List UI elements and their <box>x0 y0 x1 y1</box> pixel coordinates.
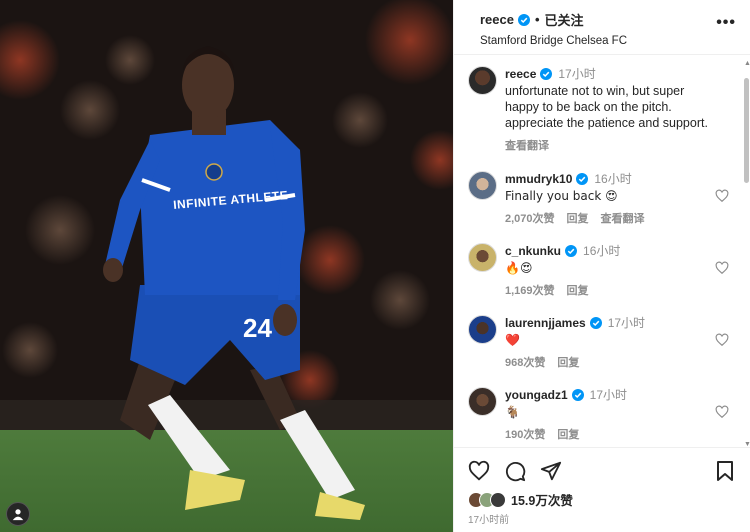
verified-icon <box>565 245 578 257</box>
post-side-panel: reece • 已关注 Stamford Bridge Chelsea FC •… <box>453 0 750 532</box>
comment-text: ❤️ <box>505 333 520 347</box>
avatar[interactable] <box>468 315 497 344</box>
comment-likes[interactable]: 2,070次赞 <box>505 210 555 226</box>
jersey-number: 24 <box>243 313 272 343</box>
heart-icon[interactable] <box>715 261 729 275</box>
comments-list: reece 17小时 unfortunate not to win, but s… <box>454 56 750 446</box>
verified-icon <box>576 173 589 185</box>
more-icon[interactable]: ••• <box>716 14 736 32</box>
tagged-user-icon[interactable] <box>6 502 30 526</box>
scroll-thumb[interactable] <box>744 78 749 183</box>
follow-status[interactable]: 已关注 <box>545 10 584 29</box>
post-actions: 15.9万次赞 17小时前 <box>454 447 750 532</box>
reply-button[interactable]: 回复 <box>557 354 579 370</box>
comment-item: c_nkunku 16小时 🔥😍 1,169次赞 回复 <box>454 243 750 298</box>
caption-time: 17小时 <box>558 67 596 81</box>
reply-button[interactable]: 回复 <box>557 426 579 442</box>
verified-icon <box>589 317 602 329</box>
comment-likes[interactable]: 190次赞 <box>505 426 545 442</box>
reply-button[interactable]: 回复 <box>567 282 589 298</box>
heart-icon[interactable] <box>715 405 729 419</box>
comment-icon[interactable] <box>504 460 526 482</box>
comments-scrollbar[interactable]: ▲ ▼ <box>743 58 750 448</box>
comment-time: 17小时 <box>589 388 628 402</box>
post-header: reece • 已关注 Stamford Bridge Chelsea FC •… <box>454 0 750 55</box>
post-timestamp: 17小时前 <box>468 515 510 526</box>
comment-time: 16小时 <box>583 244 621 258</box>
separator-dot: • <box>534 12 540 27</box>
verified-icon <box>540 68 553 80</box>
translate-link[interactable]: 查看翻译 <box>601 210 645 226</box>
comment-username[interactable]: youngadz1 <box>505 387 568 403</box>
comment-username[interactable]: laurennjjames <box>505 315 586 331</box>
verified-icon <box>517 13 530 26</box>
comment-text: 🔥😍 <box>505 261 533 275</box>
heart-icon[interactable] <box>468 460 490 482</box>
heart-icon[interactable] <box>715 333 729 347</box>
avatar[interactable] <box>468 387 497 416</box>
post-photo[interactable]: INFINITE ATHLETE 24 <box>0 0 453 532</box>
translate-link[interactable]: 查看翻译 <box>505 137 549 153</box>
instagram-post-view: INFINITE ATHLETE 24 reece • 已关注 Stamford… <box>0 0 750 532</box>
comment-item: laurennjjames 17小时 ❤️ 968次赞 回复 <box>454 315 750 370</box>
comment-item: mmudryk10 16小时 Finally you back 😍 2,070次… <box>454 171 750 226</box>
avatar <box>490 491 506 508</box>
verified-icon <box>571 389 584 401</box>
post-location[interactable]: Stamford Bridge Chelsea FC <box>480 35 736 47</box>
caption: reece 17小时 unfortunate not to win, but s… <box>454 66 750 153</box>
scroll-up-icon[interactable]: ▲ <box>744 60 750 67</box>
comment-username[interactable]: c_nkunku <box>505 243 561 259</box>
avatar[interactable] <box>468 66 497 95</box>
comment-time: 17小时 <box>607 316 646 330</box>
likes-summary[interactable]: 15.9万次赞 <box>468 490 573 509</box>
avatar[interactable] <box>468 243 497 272</box>
share-icon[interactable] <box>540 460 562 482</box>
caption-text: unfortunate not to win, but super happy … <box>505 84 708 130</box>
comment-item: youngadz1 17小时 🐐 190次赞 回复 <box>454 387 750 442</box>
avatar[interactable] <box>468 171 497 200</box>
comment-text: Finally you back 😍 <box>505 189 618 203</box>
comment-text: 🐐 <box>505 405 520 419</box>
comment-time: 16小时 <box>594 172 632 186</box>
comment-likes[interactable]: 968次赞 <box>505 354 545 370</box>
comment-likes[interactable]: 1,169次赞 <box>505 282 555 298</box>
reply-button[interactable]: 回复 <box>567 210 589 226</box>
heart-icon[interactable] <box>715 189 729 203</box>
author-username[interactable]: reece <box>480 12 514 27</box>
player-figure <box>103 46 365 520</box>
comment-username[interactable]: mmudryk10 <box>505 171 572 187</box>
likes-count[interactable]: 15.9万次赞 <box>511 490 573 509</box>
bookmark-icon[interactable] <box>715 460 735 482</box>
caption-username[interactable]: reece <box>505 66 536 82</box>
